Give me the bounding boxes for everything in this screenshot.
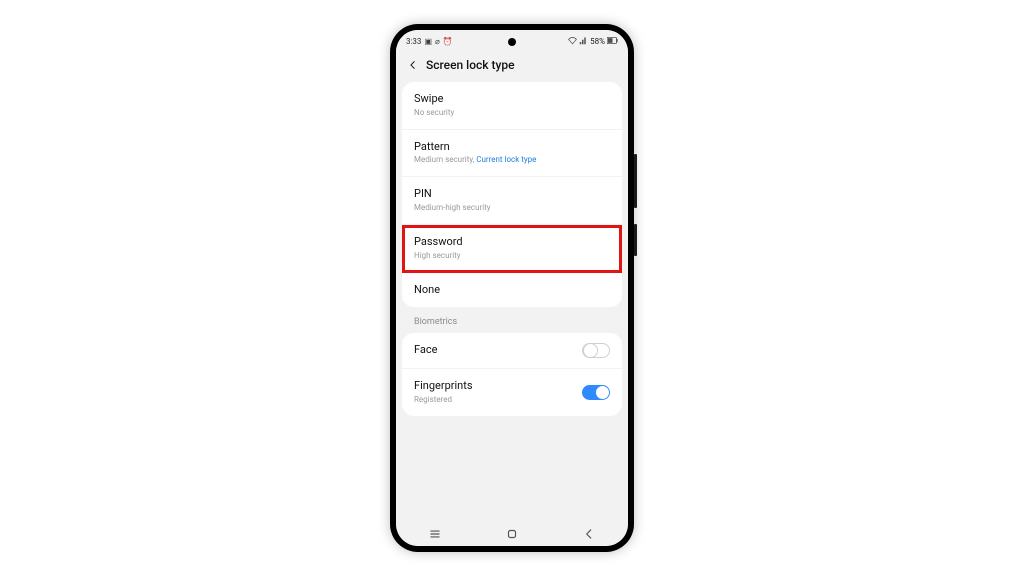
biometric-face[interactable]: Face xyxy=(402,333,622,369)
dnd-icon: ⌀ xyxy=(435,37,440,46)
content-area: Swipe No security Pattern Medium securit… xyxy=(396,82,628,522)
page-title: Screen lock type xyxy=(426,58,515,72)
phone-screen: 3:33 ▣ ⌀ ⏰ 58% xyxy=(396,30,628,546)
row-subtitle: Medium-high security xyxy=(414,203,610,214)
lock-type-card: Swipe No security Pattern Medium securit… xyxy=(402,82,622,307)
row-subtitle: Medium security, Current lock type xyxy=(414,155,610,166)
row-title: Face xyxy=(414,343,437,358)
home-button[interactable] xyxy=(492,527,532,541)
lock-type-password[interactable]: Password High security xyxy=(402,225,622,273)
page-header: Screen lock type xyxy=(396,52,628,82)
signal-icon xyxy=(579,36,588,47)
toggle-knob xyxy=(583,343,598,358)
status-right: 58% xyxy=(568,36,618,47)
lock-type-none[interactable]: None xyxy=(402,273,622,308)
current-lock-label: Current lock type xyxy=(476,155,536,164)
phone-frame: 3:33 ▣ ⌀ ⏰ 58% xyxy=(390,24,634,552)
row-subtitle-text: Medium security, xyxy=(414,155,476,164)
biometrics-card: Face Fingerprints Registered xyxy=(402,333,622,416)
row-title: Password xyxy=(414,235,610,250)
face-toggle[interactable] xyxy=(582,343,610,358)
back-button[interactable] xyxy=(569,527,609,541)
battery-text: 58% xyxy=(590,37,605,46)
fingerprints-toggle[interactable] xyxy=(582,385,610,400)
status-left: 3:33 ▣ ⌀ ⏰ xyxy=(406,37,453,46)
lock-type-swipe[interactable]: Swipe No security xyxy=(402,82,622,130)
row-text: Face xyxy=(414,343,437,358)
power-button xyxy=(634,224,637,256)
volume-button xyxy=(634,154,637,208)
row-title: PIN xyxy=(414,187,610,202)
row-title: Fingerprints xyxy=(414,379,473,394)
row-title: Pattern xyxy=(414,140,610,155)
status-time: 3:33 xyxy=(406,37,421,46)
lock-type-pattern[interactable]: Pattern Medium security, Current lock ty… xyxy=(402,130,622,178)
row-subtitle: No security xyxy=(414,108,610,119)
recents-button[interactable] xyxy=(415,527,455,541)
front-camera xyxy=(508,38,516,46)
row-title: Swipe xyxy=(414,92,610,107)
videocam-icon: ▣ xyxy=(424,37,432,46)
row-subtitle: Registered xyxy=(414,395,473,406)
alarm-icon: ⏰ xyxy=(443,37,453,46)
toggle-knob xyxy=(596,386,609,399)
lock-type-pin[interactable]: PIN Medium-high security xyxy=(402,177,622,225)
biometric-fingerprints[interactable]: Fingerprints Registered xyxy=(402,369,622,416)
battery-icon xyxy=(607,37,618,46)
row-title: None xyxy=(414,283,610,298)
row-subtitle: High security xyxy=(414,251,610,262)
row-text: Fingerprints Registered xyxy=(414,379,473,406)
biometrics-section-label: Biometrics xyxy=(396,307,628,333)
navigation-bar xyxy=(396,522,628,546)
back-icon[interactable] xyxy=(406,58,420,72)
wifi-icon xyxy=(568,36,577,47)
